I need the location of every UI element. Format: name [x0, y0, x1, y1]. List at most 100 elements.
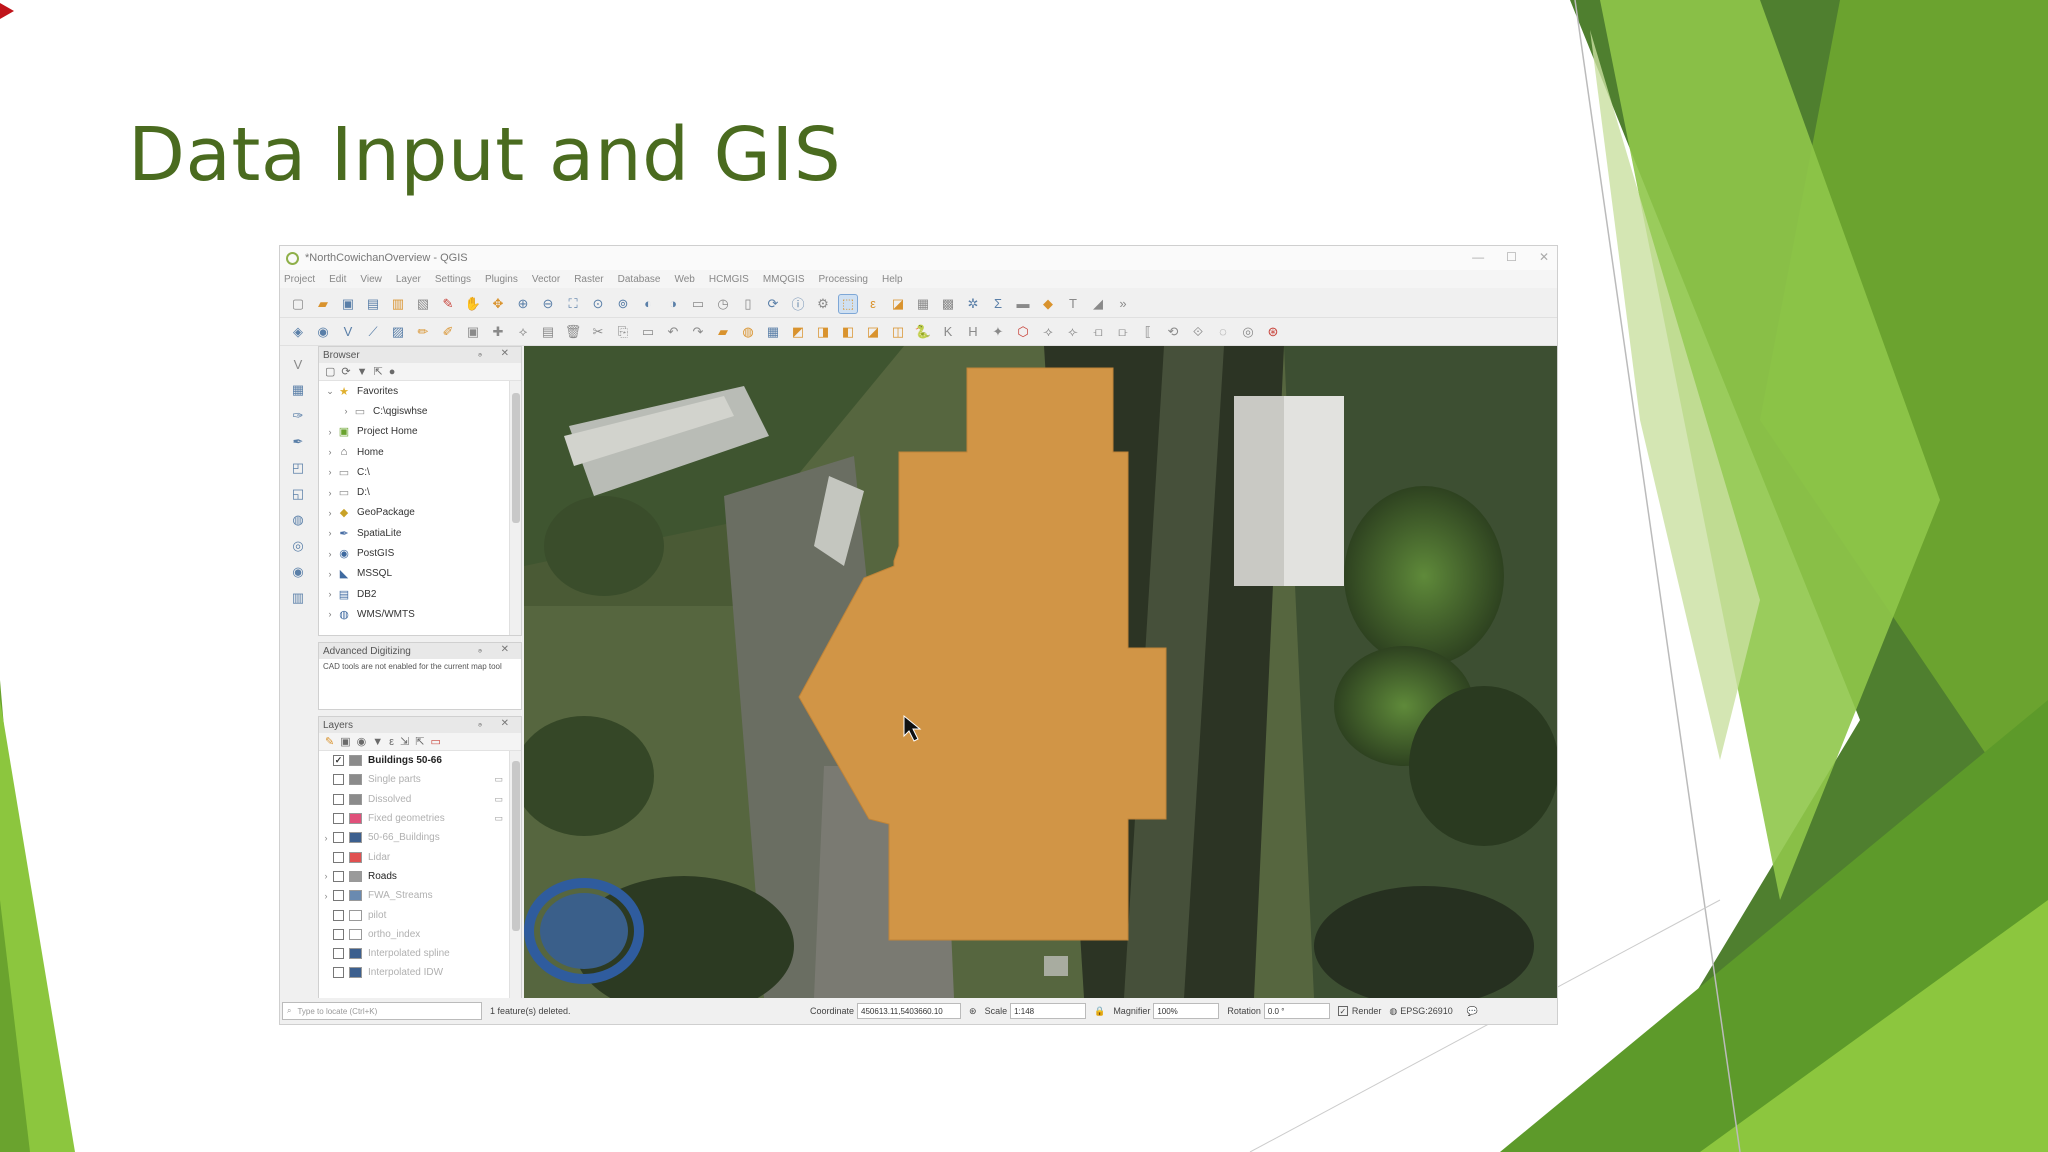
chevron-right-icon[interactable]: › — [323, 508, 337, 518]
chevron-right-icon[interactable]: › — [323, 528, 337, 538]
pan-to-selection-icon[interactable]: ✥ — [488, 294, 508, 314]
layer-visibility-checkbox[interactable]: ✓ — [333, 755, 344, 767]
chevron-right-icon[interactable]: › — [323, 569, 337, 579]
statistics-icon[interactable]: Σ — [988, 294, 1008, 314]
show-hide-label-icon[interactable]: ◩ — [788, 322, 808, 342]
filter-expression-icon[interactable]: ε — [389, 736, 394, 748]
chevron-right-icon[interactable]: › — [319, 833, 333, 843]
layer-visibility-checkbox[interactable] — [333, 832, 344, 844]
layer-visibility-checkbox[interactable] — [333, 793, 344, 805]
layer-visibility-checkbox[interactable] — [333, 870, 344, 882]
add-db2-icon[interactable]: ◱ — [287, 484, 309, 504]
layer-row[interactable]: › 50-66_Buildings — [319, 828, 521, 847]
zoom-out-icon[interactable]: ⊖ — [538, 294, 558, 314]
select-features-icon[interactable]: ⬚ — [838, 293, 858, 314]
browser-item[interactable]: › ▤ DB2 — [319, 584, 521, 604]
zoom-in-icon[interactable]: ⊕ — [513, 294, 533, 314]
magnet-icon[interactable]: ⊛ — [1263, 322, 1283, 342]
crs-label[interactable]: EPSG:26910 — [1400, 1006, 1453, 1016]
filter-legend-icon[interactable]: ▼ — [372, 736, 383, 748]
zoom-full-icon[interactable]: ⛶ — [563, 294, 583, 314]
layer-visibility-checkbox[interactable] — [333, 948, 344, 960]
toggle-extents-icon[interactable]: ⊛ — [969, 1006, 977, 1017]
layer-row[interactable]: Interpolated IDW — [319, 963, 521, 982]
layer-visibility-checkbox[interactable] — [333, 774, 344, 786]
menu-raster[interactable]: Raster — [574, 274, 603, 285]
info-icon[interactable]: ● — [389, 366, 396, 378]
chevron-right-icon[interactable]: › — [339, 406, 353, 416]
browser-item[interactable]: › ▭ C:\ — [319, 462, 521, 482]
layers-scrollbar[interactable] — [509, 751, 521, 998]
layer-row[interactable]: ✓ Buildings 50-66 — [319, 751, 521, 770]
layer-visibility-checkbox[interactable] — [333, 813, 344, 825]
toolbar-overflow-icon[interactable]: » — [1113, 294, 1133, 314]
add-wcs-icon[interactable]: ◎ — [287, 536, 309, 556]
menu-vector[interactable]: Vector — [532, 274, 560, 285]
layer-row[interactable]: Lidar — [319, 847, 521, 866]
rotate-icon[interactable]: ⟲ — [1163, 322, 1183, 342]
bookmark-icon[interactable]: ▯ — [738, 294, 758, 314]
add-selected-icon[interactable]: ▢ — [325, 365, 335, 378]
chevron-right-icon[interactable]: › — [319, 891, 333, 901]
kml-icon[interactable]: K — [938, 322, 958, 342]
coordinate-field[interactable]: 450613.11,5403660.10 — [857, 1003, 962, 1019]
toolbox-icon[interactable]: ✲ — [963, 294, 983, 314]
save-as-icon[interactable]: ▤ — [363, 294, 383, 314]
add-delimited-icon[interactable]: ▨ — [388, 322, 408, 342]
plugin-icon[interactable]: ✦ — [988, 322, 1008, 342]
add-wfs-icon[interactable]: ◉ — [287, 562, 309, 582]
stop-icon[interactable]: ⬡ — [1013, 322, 1033, 342]
layer-row[interactable]: Dissolved ▭ — [319, 790, 521, 809]
add-vector-layer-icon[interactable]: V — [287, 354, 309, 374]
save-project-icon[interactable]: ▣ — [338, 294, 358, 314]
field-calculator-icon[interactable]: ▩ — [938, 294, 958, 314]
close-icon[interactable]: ✕ — [1539, 250, 1549, 264]
layer-row[interactable]: Interpolated spline — [319, 944, 521, 963]
temporary-layer-icon[interactable]: ▭ — [494, 774, 503, 785]
zoom-layer-icon[interactable]: ⊙ — [588, 294, 608, 314]
zoom-next-icon[interactable]: ◑ — [663, 294, 683, 314]
remove-layer-icon[interactable]: ▭ — [430, 735, 440, 748]
undo-icon[interactable]: ↶ — [663, 322, 683, 342]
menu-view[interactable]: View — [360, 274, 382, 285]
reshape-icon[interactable]: ⟣ — [1063, 322, 1083, 342]
open-project-icon[interactable]: ▰ — [313, 294, 333, 314]
magnifier-field[interactable]: 100% — [1153, 1003, 1220, 1019]
move-label-icon[interactable]: ◨ — [813, 322, 833, 342]
toggle-editing-icon[interactable]: ✐ — [438, 322, 458, 342]
temporary-layer-icon[interactable]: ▭ — [494, 813, 503, 824]
menu-project[interactable]: Project — [284, 274, 315, 285]
panel-buttons[interactable]: ₔ ✕ — [478, 348, 517, 359]
locator-input[interactable]: ⌕ Type to locate (Ctrl+K) — [282, 1002, 482, 1020]
layer-visibility-checkbox[interactable] — [333, 928, 344, 940]
layer-row[interactable]: Fixed geometries ▭ — [319, 809, 521, 828]
identify-icon[interactable]: ⓘ — [788, 294, 808, 314]
select-value-icon[interactable]: ε — [863, 294, 883, 314]
simplify-icon[interactable]: ⟐ — [1188, 322, 1208, 342]
vertex-tool-icon[interactable]: ⟡ — [513, 322, 533, 342]
layer-visibility-checkbox[interactable] — [333, 851, 344, 863]
zoom-selection-icon[interactable]: ⊚ — [613, 294, 633, 314]
redo-icon[interactable]: ↷ — [688, 322, 708, 342]
browser-item[interactable]: › ◉ PostGIS — [319, 543, 521, 563]
deselect-icon[interactable]: ◪ — [888, 294, 908, 314]
layer-row[interactable]: Single parts ▭ — [319, 770, 521, 789]
add-group-icon[interactable]: ▣ — [340, 735, 350, 748]
html-icon[interactable]: H — [963, 322, 983, 342]
chevron-right-icon[interactable]: › — [323, 549, 337, 559]
digitize-icon[interactable]: ◢ — [1088, 294, 1108, 314]
split-icon[interactable]: ⟥ — [1113, 322, 1133, 342]
edit-pencil-icon[interactable]: ✏ — [413, 322, 433, 342]
menu-settings[interactable]: Settings — [435, 274, 471, 285]
copy-icon[interactable]: ⎘ — [613, 322, 633, 342]
rotation-field[interactable]: 0.0 ° — [1263, 1003, 1330, 1019]
menu-hcmgis[interactable]: HCMGIS — [709, 274, 749, 285]
temporary-layer-icon[interactable]: ▭ — [494, 794, 503, 805]
layer-visibility-checkbox[interactable] — [333, 890, 344, 902]
add-ring-icon[interactable]: ◌ — [1213, 322, 1233, 342]
layer-visibility-checkbox[interactable] — [333, 967, 344, 979]
layers-scroll-thumb[interactable] — [512, 761, 520, 931]
chevron-right-icon[interactable]: › — [323, 427, 337, 437]
panel-buttons[interactable]: ₔ ✕ — [478, 644, 517, 655]
menu-database[interactable]: Database — [618, 274, 661, 285]
